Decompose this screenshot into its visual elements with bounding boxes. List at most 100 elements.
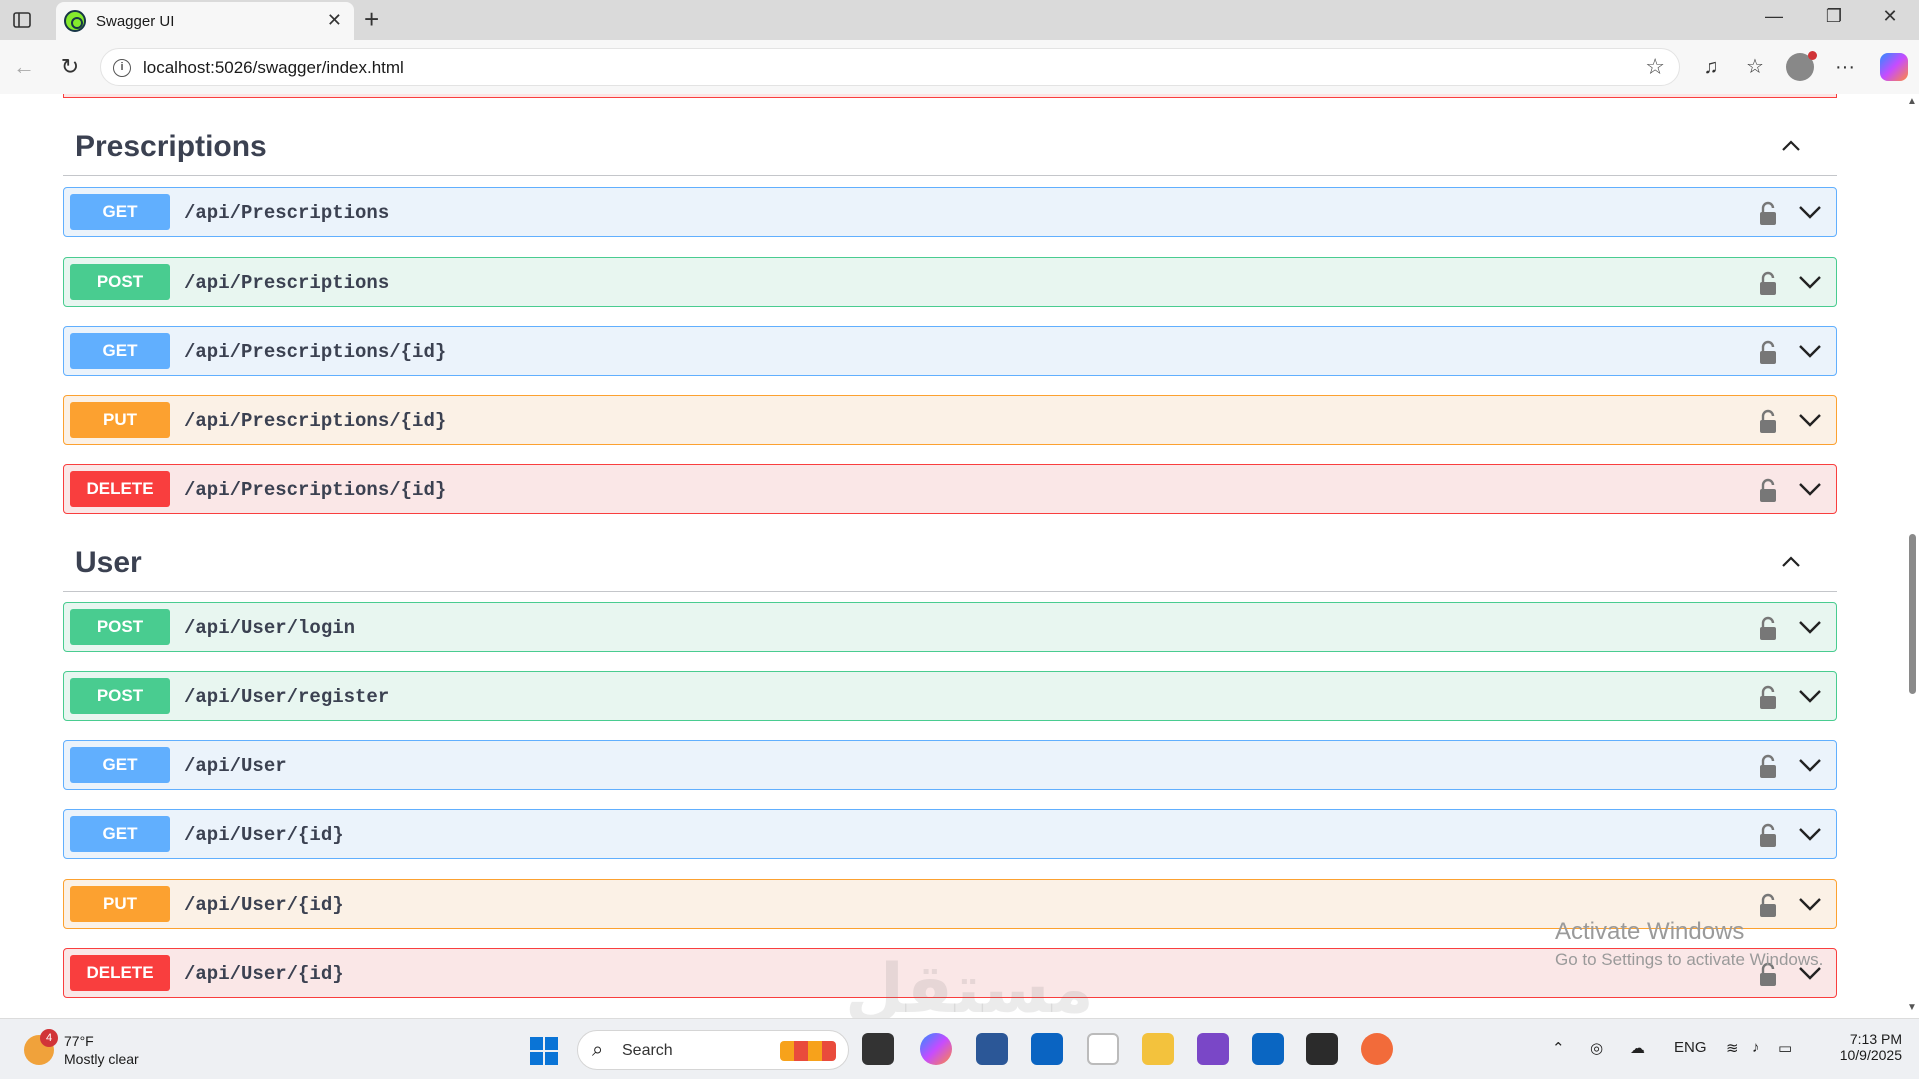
method-badge: DELETE <box>70 471 170 507</box>
browser-toolbar: ← ↻ i localhost:5026/swagger/index.html … <box>0 40 1919 94</box>
close-tab-icon[interactable]: ✕ <box>327 10 342 31</box>
sidebar-toggle-icon[interactable] <box>12 10 32 30</box>
more-menu-icon[interactable]: ··· <box>1830 52 1860 82</box>
chevron-up-icon[interactable] <box>1781 552 1801 572</box>
file-explorer-icon[interactable] <box>1142 1033 1174 1065</box>
read-aloud-icon[interactable]: ♫ <box>1696 52 1726 82</box>
lock-icon[interactable] <box>1758 822 1778 848</box>
outlook-icon[interactable] <box>1031 1033 1063 1065</box>
linkedin-icon[interactable] <box>1252 1033 1284 1065</box>
method-badge: PUT <box>70 886 170 922</box>
search-highlight-icon <box>780 1041 836 1061</box>
taskbar-search[interactable]: ⌕ Search <box>577 1030 849 1070</box>
copilot-app-icon[interactable] <box>920 1033 952 1065</box>
back-icon[interactable]: ← <box>10 54 38 82</box>
chevron-up-icon[interactable] <box>1781 136 1801 156</box>
tag-header-prescriptions[interactable]: Prescriptions <box>63 114 1837 176</box>
scroll-up-icon[interactable]: ▲ <box>1907 96 1917 107</box>
visual-studio-icon[interactable] <box>1197 1033 1229 1065</box>
operation-row[interactable]: POST /api/User/register <box>63 671 1837 721</box>
chevron-down-icon[interactable] <box>1798 341 1822 361</box>
close-window-icon[interactable]: ✕ <box>1878 6 1902 27</box>
method-badge: GET <box>70 816 170 852</box>
tray-overflow-icon[interactable]: ⌃ <box>1552 1039 1565 1057</box>
favorite-star-icon[interactable]: ☆ <box>1645 54 1665 80</box>
clock-date: 10/9/2025 <box>1839 1047 1902 1063</box>
terminal-icon[interactable] <box>1306 1033 1338 1065</box>
wifi-icon[interactable]: ≋ <box>1726 1039 1739 1057</box>
lock-icon[interactable] <box>1758 408 1778 434</box>
profile-avatar[interactable] <box>1786 51 1817 81</box>
operation-row[interactable]: POST /api/User/login <box>63 602 1837 652</box>
refresh-icon[interactable]: ↻ <box>56 54 84 82</box>
search-icon: ⌕ <box>592 1039 604 1061</box>
activate-windows-watermark: Activate Windows Go to Settings to activ… <box>1555 918 1824 969</box>
chevron-down-icon[interactable] <box>1798 686 1822 706</box>
tray-app-icon[interactable]: ◎ <box>1590 1039 1603 1057</box>
chevron-down-icon[interactable] <box>1798 202 1822 222</box>
chevron-down-icon[interactable] <box>1798 410 1822 430</box>
chevron-down-icon[interactable] <box>1798 755 1822 775</box>
operation-path: /api/User/{id} <box>184 824 344 846</box>
start-button-icon[interactable] <box>530 1037 558 1065</box>
volume-icon[interactable]: ♪ <box>1752 1039 1760 1056</box>
method-badge: POST <box>70 678 170 714</box>
onedrive-icon[interactable]: ☁ <box>1630 1039 1645 1057</box>
lock-icon[interactable] <box>1758 684 1778 710</box>
operation-path: /api/User/login <box>184 617 356 639</box>
chevron-down-icon[interactable] <box>1798 894 1822 914</box>
chevron-down-icon[interactable] <box>1798 824 1822 844</box>
scroll-down-icon[interactable]: ▼ <box>1907 1002 1917 1013</box>
method-badge: POST <box>70 609 170 645</box>
tab-bar: Swagger UI ✕ + — ❐ ✕ <box>0 0 1919 40</box>
method-badge: POST <box>70 264 170 300</box>
lock-icon[interactable] <box>1758 200 1778 226</box>
chevron-down-icon[interactable] <box>1798 272 1822 292</box>
swagger-favicon-icon <box>64 10 86 32</box>
operation-path: /api/Prescriptions <box>184 272 390 294</box>
battery-icon[interactable]: ▭ <box>1778 1039 1792 1057</box>
lock-icon[interactable] <box>1758 753 1778 779</box>
method-badge: GET <box>70 194 170 230</box>
store-icon[interactable] <box>976 1033 1008 1065</box>
language-indicator[interactable]: ENG <box>1674 1039 1707 1056</box>
site-info-icon[interactable]: i <box>113 59 131 77</box>
method-badge: DELETE <box>70 955 170 991</box>
restore-icon[interactable]: ❐ <box>1822 6 1846 27</box>
copilot-icon[interactable] <box>1880 53 1908 81</box>
clock[interactable]: 7:13 PM 10/9/2025 <box>1822 1031 1902 1063</box>
operation-path: /api/User/{id} <box>184 963 344 985</box>
operation-row[interactable]: GET /api/Prescriptions <box>63 187 1837 237</box>
operation-row[interactable]: POST /api/Prescriptions <box>63 257 1837 307</box>
operation-row[interactable]: PUT /api/Prescriptions/{id} <box>63 395 1837 445</box>
operation-row[interactable]: GET /api/Prescriptions/{id} <box>63 326 1837 376</box>
operation-row[interactable]: GET /api/User/{id} <box>63 809 1837 859</box>
favorites-icon[interactable]: ☆ <box>1740 52 1770 82</box>
lock-icon[interactable] <box>1758 339 1778 365</box>
weather-temp: 77°F <box>64 1033 94 1049</box>
lock-icon[interactable] <box>1758 270 1778 296</box>
page-scrollbar[interactable]: ▲ ▼ <box>1905 94 1919 1018</box>
page-viewport: Prescriptions GET /api/Prescriptions POS… <box>0 94 1905 1018</box>
task-view-icon[interactable] <box>862 1033 894 1065</box>
new-tab-icon[interactable]: + <box>364 4 379 35</box>
operation-row[interactable]: GET /api/User <box>63 740 1837 790</box>
method-badge: GET <box>70 333 170 369</box>
url-text[interactable]: localhost:5026/swagger/index.html <box>143 58 404 78</box>
lock-icon[interactable] <box>1758 477 1778 503</box>
address-bar[interactable]: i localhost:5026/swagger/index.html ☆ <box>100 48 1680 86</box>
browser-tab[interactable]: Swagger UI ✕ <box>56 2 354 40</box>
tag-title: User <box>75 546 142 579</box>
lock-icon[interactable] <box>1758 892 1778 918</box>
postman-icon[interactable] <box>1361 1033 1393 1065</box>
tag-header-user[interactable]: User <box>63 530 1837 592</box>
lock-icon[interactable] <box>1758 615 1778 641</box>
operation-path: /api/Prescriptions/{id} <box>184 479 447 501</box>
chevron-down-icon[interactable] <box>1798 617 1822 637</box>
notepad-icon[interactable] <box>1087 1033 1119 1065</box>
tag-title: Prescriptions <box>75 130 267 163</box>
scrollbar-thumb[interactable] <box>1909 534 1916 694</box>
operation-row[interactable]: DELETE /api/Prescriptions/{id} <box>63 464 1837 514</box>
chevron-down-icon[interactable] <box>1798 479 1822 499</box>
minimize-icon[interactable]: — <box>1762 6 1786 27</box>
